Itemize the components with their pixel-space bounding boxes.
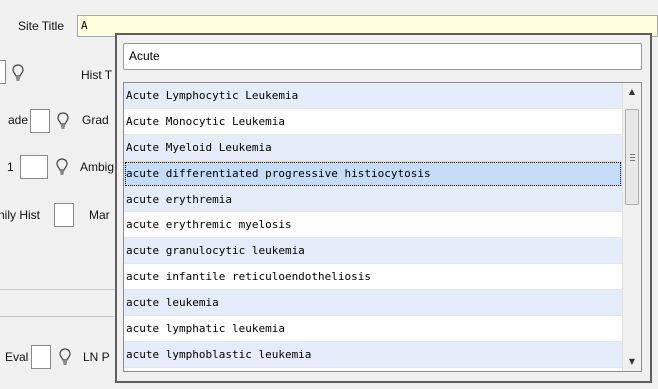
grip-line: [630, 154, 635, 155]
ambig-label: Ambig: [80, 160, 115, 174]
grip-line: [630, 160, 635, 161]
grip-line: [630, 157, 635, 158]
family-hist-box[interactable]: [54, 203, 74, 227]
suggestion-item[interactable]: Acute Myeloid Leukemia: [124, 134, 622, 161]
suggestion-item[interactable]: acute infantile reticuloendotheliosis: [124, 264, 622, 291]
suggestion-item[interactable]: Acute Lymphocytic Leukemia: [124, 83, 622, 109]
lightbulb-icon[interactable]: [56, 158, 68, 176]
suggestion-item[interactable]: acute erythremia: [124, 186, 622, 213]
suggestion-item[interactable]: acute leukemia: [124, 290, 622, 317]
divider: [0, 289, 115, 290]
eval-label: Eval: [5, 350, 29, 364]
grade-box[interactable]: [30, 109, 50, 133]
scroll-up-button[interactable]: ▲: [623, 83, 641, 101]
lightbulb-icon[interactable]: [57, 112, 69, 130]
scrollbar[interactable]: ▲ ▼: [622, 83, 641, 371]
suggestion-item[interactable]: acute erythremic myelosis: [124, 212, 622, 239]
suggestion-item[interactable]: acute lymphoblastic leukemia: [124, 341, 622, 368]
one-label: 1: [7, 160, 14, 174]
grade-left-label: ade: [8, 113, 29, 127]
ln-label: LN P: [83, 350, 110, 364]
family-hist-label: nily Hist: [0, 208, 41, 222]
chevron-up-icon: ▲: [628, 87, 636, 96]
eval-box[interactable]: [31, 345, 51, 369]
suggestion-item[interactable]: acute differentiated progressive histioc…: [124, 160, 622, 187]
grade-label: Grad: [82, 113, 109, 127]
chevron-down-icon: ▼: [628, 357, 636, 366]
scroll-down-button[interactable]: ▼: [623, 353, 641, 371]
ambig-box[interactable]: [20, 155, 48, 179]
lightbulb-icon[interactable]: [12, 64, 24, 82]
autocomplete-popup: Acute Acute Lymphocytic Leukemia Acute Mo…: [115, 33, 652, 383]
mar-label: Mar: [89, 208, 110, 222]
suggestion-list[interactable]: Acute Lymphocytic Leukemia Acute Monocyti…: [123, 82, 642, 372]
scrollbar-thumb[interactable]: [625, 109, 639, 205]
lightbulb-icon[interactable]: [59, 348, 71, 366]
hist-label: Hist T: [81, 68, 113, 82]
suggestion-item[interactable]: Acute Monocytic Leukemia: [124, 109, 622, 135]
site-title-label: Site Title: [18, 19, 65, 33]
hist-left-box[interactable]: [0, 60, 6, 84]
suggestion-item[interactable]: acute granulocytic leukemia: [124, 238, 622, 265]
search-input[interactable]: Acute: [123, 43, 642, 70]
suggestion-rows: Acute Lymphocytic Leukemia Acute Monocyti…: [124, 83, 622, 368]
divider: [0, 316, 115, 317]
suggestion-item[interactable]: acute lymphatic leukemia: [124, 316, 622, 342]
